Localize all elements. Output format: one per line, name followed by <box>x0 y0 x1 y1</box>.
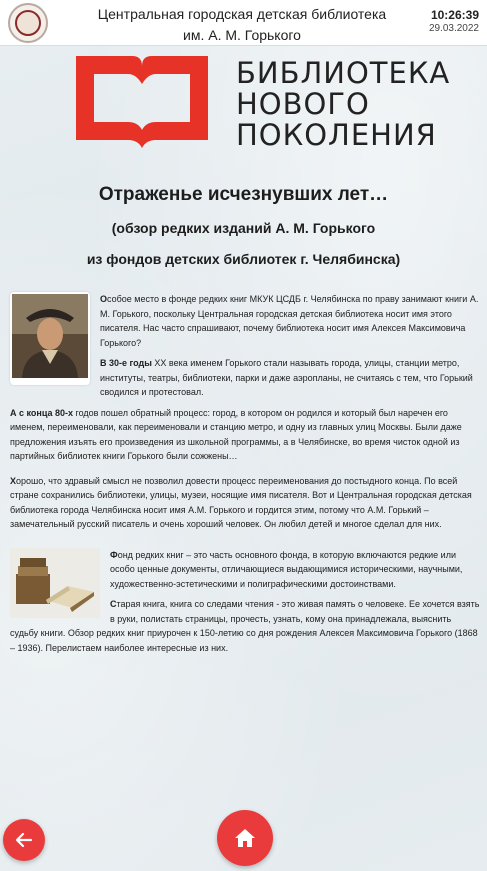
logo-line3: ПОКОЛЕНИЯ <box>236 118 437 152</box>
clock-time: 10:26:39 <box>430 8 479 22</box>
article-body: Особое место в фонде редких книг МКУК ЦС… <box>10 292 480 661</box>
paragraph-intro: Особое место в фонде редких книг МКУК ЦС… <box>10 292 480 385</box>
logo-line1: БИБЛИОТЕКА <box>236 56 451 90</box>
paragraph-80s: А с конца 80-х годов пошел обратный проц… <box>10 406 480 464</box>
thirties-bold: В 30-е годы <box>100 358 152 368</box>
article-title: Отраженье исчезнувших лет… <box>98 184 389 205</box>
org-title-line2: им. А. М. Горького <box>183 27 301 43</box>
library-new-generation-logo: БИБЛИОТЕКА НОВОГО ПОКОЛЕНИЯ <box>72 52 449 151</box>
top-bar: Центральная городская детская библиотека… <box>0 0 487 46</box>
paragraph-common-sense: Хорошо, что здравый смысл не позволил до… <box>10 474 480 532</box>
logo-text: БИБЛИОТЕКА НОВОГО ПОКОЛЕНИЯ <box>236 58 450 151</box>
eighties-bold: А с конца 80-х <box>10 407 73 418</box>
rare-fund-lead-letter: Ф <box>110 549 118 560</box>
open-book-icon <box>76 56 208 148</box>
gorky-portrait-image <box>10 292 90 385</box>
article-subtitle-line2: из фондов детских библиотек г. Челябинск… <box>86 251 401 267</box>
paragraph-rare-fund: Фонд редких книг – это часть основного ф… <box>10 547 480 618</box>
article-subtitle-line1: (обзор редких изданий А. М. Горького <box>111 220 376 236</box>
org-title-line1: Центральная городская детская библиотека <box>97 6 387 22</box>
logo-line2: НОВОГО <box>236 87 370 121</box>
home-button[interactable] <box>217 810 273 866</box>
rare-fund-text: онд редких книг – это часть основного фо… <box>110 549 463 589</box>
old-books-image <box>10 547 100 623</box>
home-icon <box>235 829 255 847</box>
back-button[interactable] <box>3 819 45 861</box>
arrow-left-icon <box>15 832 33 848</box>
common-sense-text: орошо, что здравый смысл не позволил дов… <box>10 475 472 530</box>
library-emblem-logo <box>8 3 48 43</box>
thirties-text: XX века именем Горького стали называть г… <box>100 358 473 397</box>
eighties-text: годов пошел обратный процесс: город, в к… <box>10 407 462 462</box>
organization-title: Центральная городская детская библиотека… <box>62 4 422 46</box>
clock: 10:26:39 29.03.2022 <box>429 7 479 35</box>
intro-lead-letter: О <box>100 294 108 304</box>
intro-text: собое место в фонде редких книг МКУК ЦСД… <box>100 294 479 348</box>
clock-date: 29.03.2022 <box>428 23 479 34</box>
